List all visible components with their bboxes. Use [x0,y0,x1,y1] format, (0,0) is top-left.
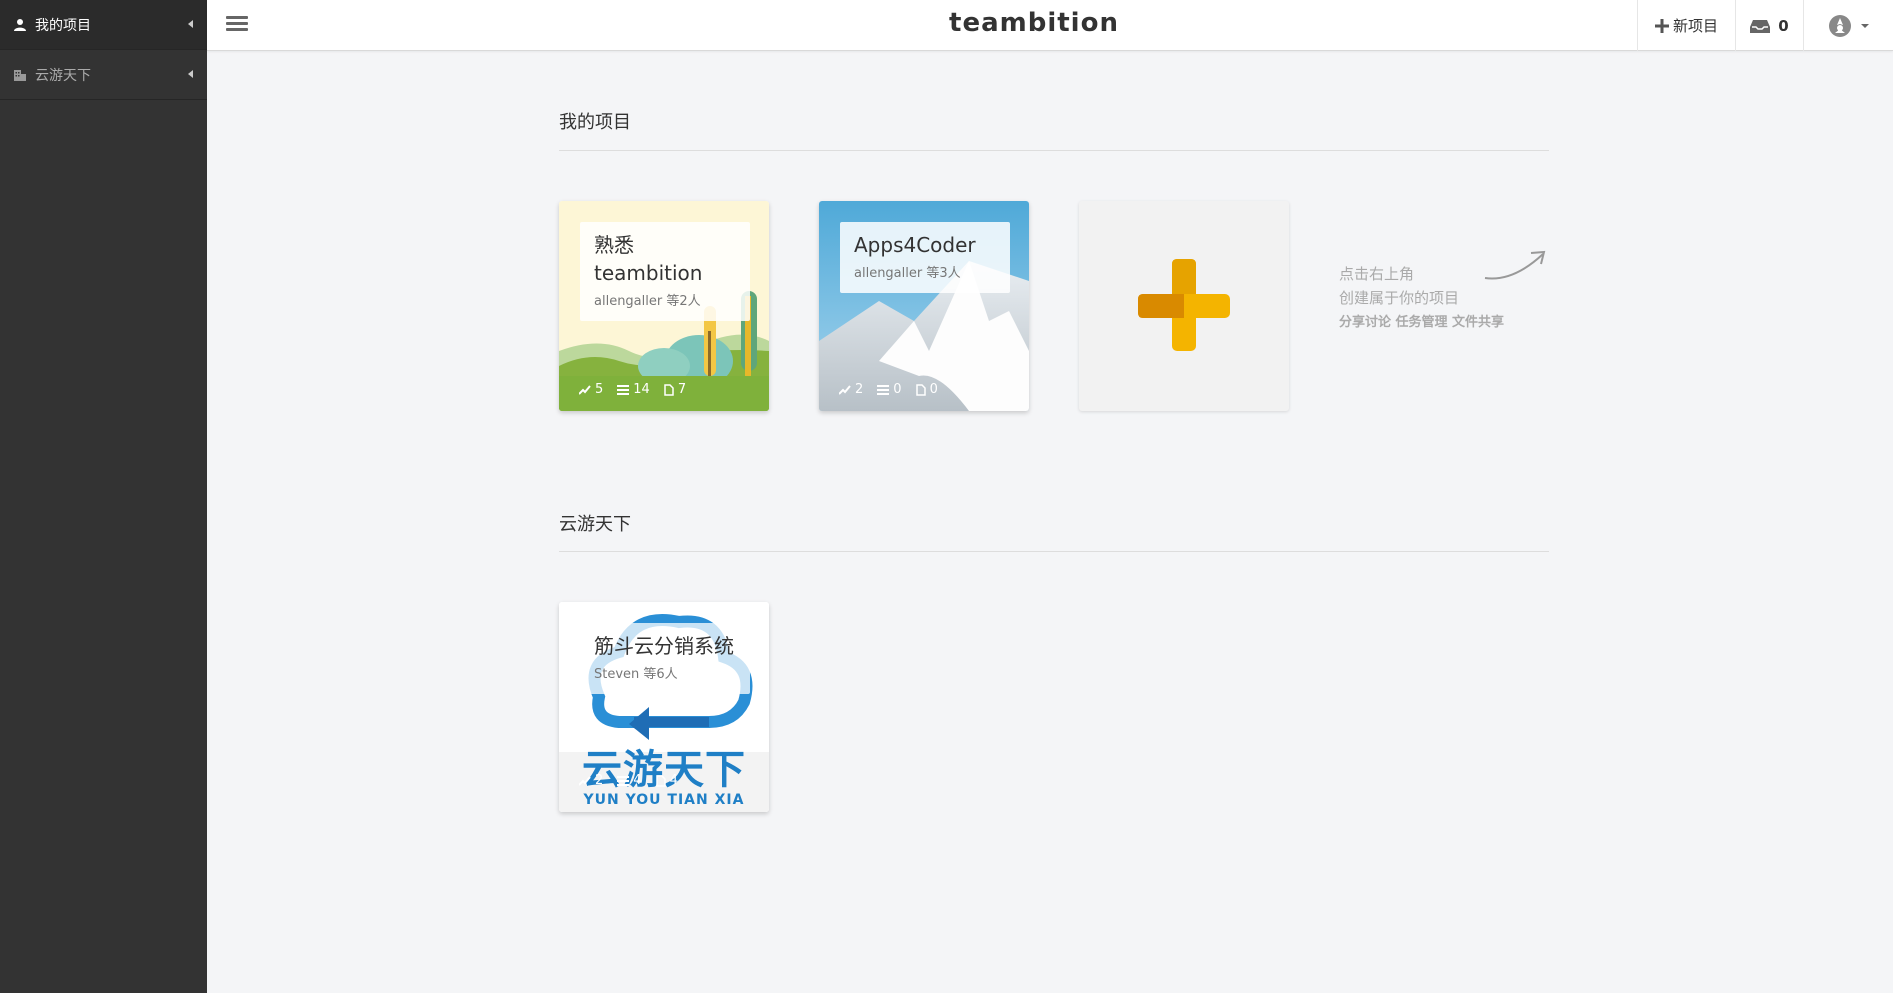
sidebar: 我的项目 云游天下 [0,0,207,993]
project-card[interactable]: 云游天下 YUN YOU TIAN XIA 筋斗云分销系统 Steven 等6人… [559,602,769,812]
project-title: Apps4Coder [854,233,976,257]
caret-left-icon [188,20,193,28]
activity-stat: 2 [579,773,603,788]
project-title: 熟悉 teambition [594,233,703,285]
create-project-hint: 点击右上角 创建属于你的项目 分享讨论 任务管理 文件共享 [1339,262,1504,334]
logo-subtext: YUN YOU TIAN XIA [583,792,745,808]
project-members: Steven 等6人 [594,667,678,682]
user-icon [12,17,28,33]
sidebar-item-yunyoutianxia[interactable]: 云游天下 [0,50,207,100]
task-count: 4 [633,773,642,788]
add-project-card[interactable] [1079,201,1289,411]
project-stats: 2 0 0 [839,382,952,397]
trend-icon [579,384,591,395]
file-count: 0 [929,382,938,397]
task-stat: 0 [877,382,902,397]
chevron-down-icon [1860,23,1869,28]
tasks-icon [617,384,630,395]
project-stats: 5 14 7 [579,382,700,397]
project-title: 筋斗云分销系统 [594,634,734,658]
file-count: 7 [677,382,687,397]
activity-count: 5 [595,382,604,397]
avatar [1828,14,1851,37]
brand-logo[interactable]: teambition [807,8,1261,38]
building-icon [12,67,28,83]
sidebar-item-label: 云游天下 [35,67,91,84]
section-title: 云游天下 [559,514,631,535]
tasks-icon [617,775,630,786]
file-stat: 0 [915,382,938,397]
task-stat: 4 [617,773,642,788]
activity-count: 2 [595,773,604,788]
hint-line-3: 分享讨论 任务管理 文件共享 [1339,315,1505,330]
file-icon [664,383,674,396]
brand-text: teambition [949,8,1119,38]
plus-icon [1654,18,1669,33]
task-count: 0 [893,382,902,397]
activity-count: 2 [855,382,864,397]
inbox-button[interactable]: 0 [1735,0,1803,51]
activity-stat: 5 [579,382,603,397]
file-icon [915,383,926,396]
user-menu-button[interactable] [1803,0,1893,51]
file-stat: 4 [655,773,678,788]
hint-line-2: 创建属于你的项目 [1339,289,1460,307]
menu-toggle-icon[interactable] [226,16,248,34]
file-stat: 7 [664,382,686,397]
project-card[interactable]: Apps4Coder allengaller 等3人 2 0 0 [819,201,1029,411]
trend-icon [839,384,851,395]
inbox-icon [1750,19,1771,33]
tasks-icon [877,384,890,395]
activity-stat: 2 [839,382,863,397]
inbox-count: 0 [1778,16,1789,35]
section-divider [559,551,1549,552]
project-members: allengaller 等2人 [594,294,701,309]
hint-line-1: 点击右上角 [1339,265,1415,283]
section-title: 我的项目 [559,112,631,133]
file-count: 4 [669,773,678,788]
project-info-panel: Apps4Coder allengaller 等3人 [840,222,1010,293]
top-header: teambition 新项目 0 [207,0,1893,51]
plus-icon [1138,259,1230,351]
new-project-button[interactable]: 新项目 [1637,0,1735,51]
task-stat: 14 [617,382,650,397]
project-info-panel: 熟悉 teambition allengaller 等2人 [580,222,750,321]
file-icon [655,774,666,787]
caret-left-icon [188,70,193,78]
task-count: 14 [633,382,650,397]
section-divider [559,150,1549,151]
project-info-panel: 筋斗云分销系统 Steven 等6人 [580,623,750,694]
arrow-icon [1484,250,1546,280]
sidebar-item-my-projects[interactable]: 我的项目 [0,0,207,50]
project-card[interactable]: 熟悉 teambition allengaller 等2人 5 14 7 [559,201,769,411]
project-stats: 2 4 4 [579,773,692,788]
new-project-label: 新项目 [1672,17,1718,35]
project-members: allengaller 等3人 [854,266,961,281]
trend-icon [579,775,591,786]
sidebar-item-label: 我的项目 [35,17,91,34]
